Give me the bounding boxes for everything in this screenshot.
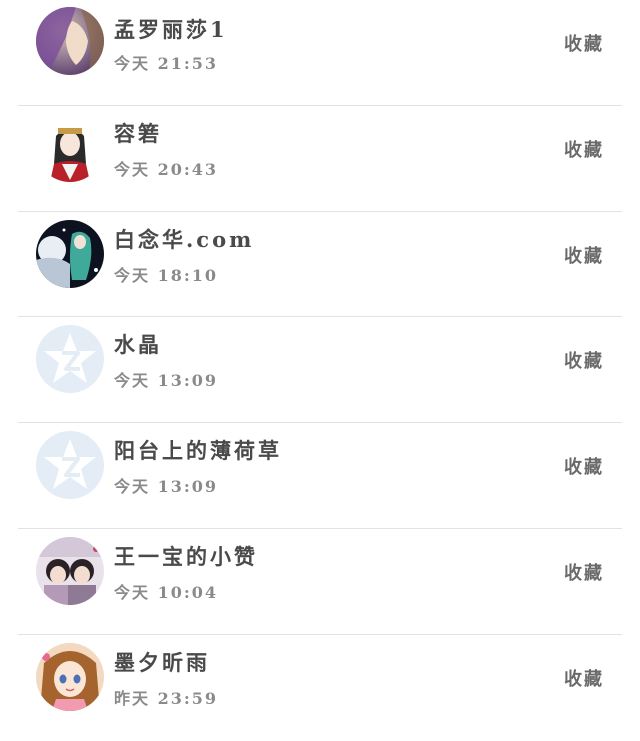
avatar-image — [36, 113, 104, 182]
list-item[interactable]: 墨夕昕雨 昨天 23:59 收藏 — [0, 635, 640, 741]
contact-time: 今天 10:04 — [114, 582, 219, 602]
avatar[interactable] — [36, 113, 104, 182]
contact-time: 今天 13:09 — [114, 371, 219, 391]
list-item[interactable]: 白念华.com 今天 18:10 收藏 — [0, 212, 640, 318]
default-avatar-icon — [36, 431, 104, 500]
contact-time: 今天 21:53 — [114, 54, 219, 73]
avatar[interactable] — [36, 431, 104, 500]
favorite-button[interactable]: 收藏 — [564, 453, 604, 479]
favorite-button[interactable]: 收藏 — [564, 30, 604, 56]
favorite-button[interactable]: 收藏 — [564, 242, 604, 268]
list-item[interactable]: 阳台上的薄荷草 今天 13:09 收藏 — [0, 423, 640, 529]
contact-name: 孟罗丽莎1 — [114, 17, 228, 42]
list-item[interactable]: 王一宝的小赞 今天 10:04 收藏 — [0, 529, 640, 635]
contact-name: 墨夕昕雨 — [114, 649, 210, 675]
contact-list: 孟罗丽莎1 今天 21:53 收藏 容箬 今天 20:43 收藏 白念华.com… — [0, 0, 640, 721]
avatar[interactable] — [36, 219, 104, 288]
favorite-button[interactable]: 收藏 — [564, 559, 604, 585]
avatar[interactable] — [36, 7, 104, 75]
default-avatar-icon — [36, 325, 104, 394]
contact-time: 今天 13:09 — [114, 477, 219, 497]
avatar-image — [36, 536, 104, 605]
avatar[interactable] — [36, 325, 104, 394]
avatar[interactable] — [36, 536, 104, 605]
favorite-button[interactable]: 收藏 — [564, 136, 604, 162]
avatar-image — [36, 219, 104, 288]
contact-name: 白念华.com — [114, 226, 255, 252]
contact-time: 昨天 23:59 — [114, 688, 219, 708]
contact-name: 阳台上的薄荷草 — [114, 438, 282, 464]
favorite-button[interactable]: 收藏 — [564, 665, 604, 691]
contact-name: 王一宝的小赞 — [114, 543, 258, 569]
avatar-image — [36, 7, 104, 75]
contact-name: 水晶 — [114, 332, 162, 358]
contact-time: 今天 20:43 — [114, 159, 219, 179]
contact-name: 容箬 — [114, 120, 162, 146]
avatar[interactable] — [36, 642, 104, 711]
list-item[interactable]: 水晶 今天 13:09 收藏 — [0, 317, 640, 424]
avatar-image — [36, 642, 104, 711]
list-item[interactable]: 孟罗丽莎1 今天 21:53 收藏 — [0, 0, 640, 106]
favorite-button[interactable]: 收藏 — [564, 347, 604, 373]
contact-time: 今天 18:10 — [114, 265, 219, 285]
list-item[interactable]: 容箬 今天 20:43 收藏 — [0, 106, 640, 212]
